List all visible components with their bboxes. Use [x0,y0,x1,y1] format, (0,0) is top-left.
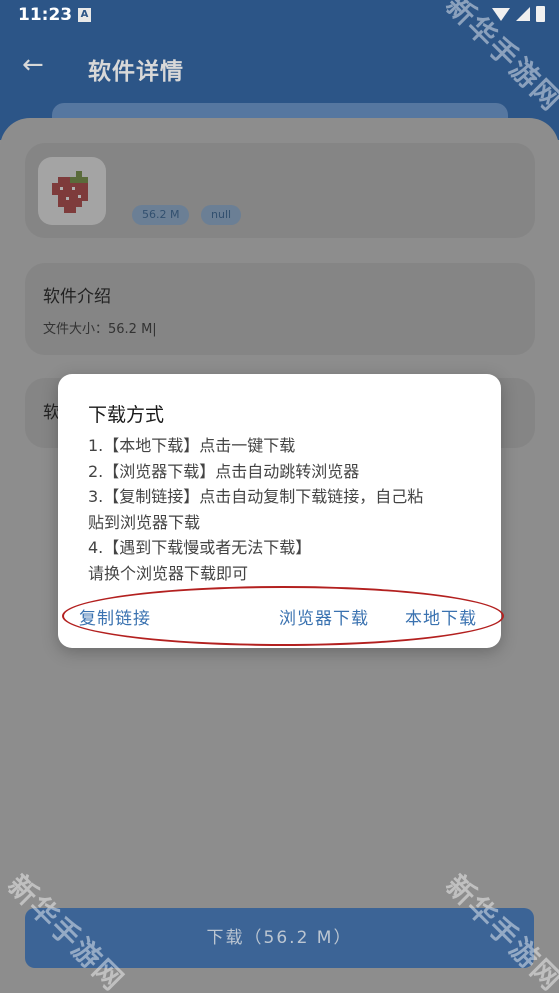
download-method-dialog: 下载方式 1.【本地下载】点击一键下载 2.【浏览器下载】点击自动跳转浏览器 3… [58,374,501,648]
dialog-line: 请换个浏览器下载即可 [88,563,249,583]
dialog-line: 贴到浏览器下载 [88,512,201,532]
notification-badge-icon: A [78,8,91,22]
file-size-text: 文件大小：56.2 M| [43,322,157,337]
local-download-button[interactable]: 本地下载 [405,604,477,629]
browser-download-button[interactable]: 浏览器下载 [279,604,369,629]
dialog-line: 1.【本地下载】点击一键下载 [88,436,296,455]
dialog-line: 2.【浏览器下载】点击自动跳转浏览器 [88,461,360,481]
size-tag: 56.2 M [132,205,190,225]
intro-card [25,263,535,355]
dialog-line: 3.【复制链接】点击自动复制下载链接，自己粘 [88,487,424,506]
intro-title: 软件介绍 [43,287,111,307]
strawberry-icon [52,171,88,213]
back-arrow-icon[interactable]: ← [22,50,52,80]
signal-icon [516,7,530,21]
page-title: 软件详情 [88,59,184,85]
dialog-line: 4.【遇到下载慢或者无法下载】 [88,538,312,557]
app-name-blurred [133,158,333,190]
battery-icon [536,6,545,22]
dialog-title: 下载方式 [88,404,165,426]
null-tag: null [201,205,242,225]
copy-link-button[interactable]: 复制链接 [79,604,151,629]
dialog-actions: 复制链接 浏览器下载 本地下载 [58,604,501,632]
dialog-body: 1.【本地下载】点击一键下载 2.【浏览器下载】点击自动跳转浏览器 3.【复制链… [88,433,478,586]
app-icon [38,157,106,225]
status-time: 11:23 [18,5,73,25]
